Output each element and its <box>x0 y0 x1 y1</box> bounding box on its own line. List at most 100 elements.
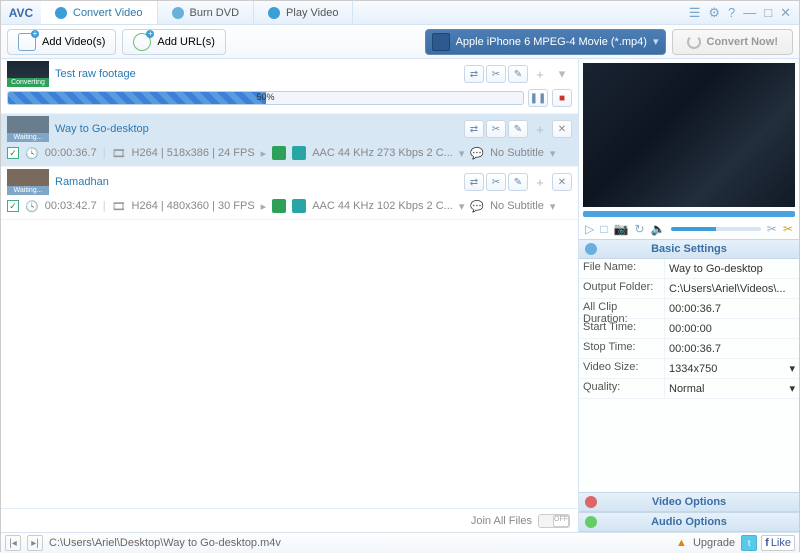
video-dropdown[interactable]: ▸ <box>261 147 267 160</box>
disc-icon <box>172 7 184 19</box>
title-bar: AVC Convert Video Burn DVD Play Video ☰ … <box>1 1 799 25</box>
wand-icon[interactable]: ✎ <box>508 65 528 83</box>
add-icon[interactable]: + <box>530 65 550 83</box>
clock-icon: 🕓 <box>25 147 39 160</box>
prev-file-button[interactable]: |◂ <box>5 535 21 551</box>
tab-label: Convert Video <box>73 7 143 19</box>
thumbnail[interactable]: Waiting... <box>7 169 49 195</box>
output-folder-field[interactable]: C:\Users\Ariel\Videos\... <box>665 279 799 298</box>
subtitle-dropdown[interactable]: ▾ <box>550 200 556 213</box>
progress-row: 50% ❚❚ ■ <box>7 89 572 107</box>
quality-select[interactable]: Normal▾ <box>665 379 799 398</box>
play-button[interactable]: ▷ <box>585 222 594 236</box>
menu-icon[interactable]: ☰ <box>689 5 701 21</box>
setting-row: Output Folder:C:\Users\Ariel\Videos\... <box>579 279 799 299</box>
phone-icon[interactable] <box>272 199 286 213</box>
output-profile-select[interactable]: Apple iPhone 6 MPEG-4 Movie (*.mp4) ▾ <box>425 29 666 55</box>
convert-now-button[interactable]: Convert Now! <box>672 29 794 55</box>
setting-row: File Name:Way to Go-desktop <box>579 259 799 279</box>
stop-time-field[interactable]: 00:00:36.7 <box>665 339 799 358</box>
stop-button[interactable]: ■ <box>552 89 572 107</box>
item-title[interactable]: Way to Go-desktop <box>55 123 458 135</box>
video-options-header[interactable]: Video Options <box>579 492 799 512</box>
wand-icon[interactable]: ✎ <box>508 173 528 191</box>
mark-in-icon[interactable]: ✂ <box>767 222 777 236</box>
globe-icon: + <box>133 33 151 51</box>
list-item[interactable]: Waiting... Way to Go-desktop ⇄ ✂ ✎ + ✕ ✓… <box>1 114 578 167</box>
basic-settings-header[interactable]: Basic Settings <box>579 239 799 259</box>
profile-label: Apple iPhone 6 MPEG-4 Movie (*.mp4) <box>456 36 647 48</box>
progress-bar: 50% <box>7 91 524 105</box>
video-preview[interactable] <box>583 63 795 207</box>
list-item[interactable]: Waiting... Ramadhan ⇄ ✂ ✎ + ✕ ✓ 🕓 00:03:… <box>1 167 578 220</box>
item-details: ✓ 🕓 00:03:42.7 | 🎞 H264 | 480x360 | 30 F… <box>7 195 572 217</box>
swap-icon[interactable]: ⇄ <box>464 173 484 191</box>
remove-item-button[interactable]: ✕ <box>552 173 572 191</box>
mark-out-icon[interactable]: ✂ <box>783 222 793 236</box>
tab-play-video[interactable]: Play Video <box>254 1 353 24</box>
setting-label: Start Time: <box>579 319 665 338</box>
volume-slider[interactable] <box>671 227 760 231</box>
video-size-select[interactable]: 1334x750▾ <box>665 359 799 378</box>
duration: 00:03:42.7 <box>45 200 97 212</box>
audio-dropdown[interactable]: ▾ <box>459 147 465 160</box>
duration: 00:00:36.7 <box>45 147 97 159</box>
pause-button[interactable]: ❚❚ <box>528 89 548 107</box>
add-urls-button[interactable]: + Add URL(s) <box>122 29 225 55</box>
tab-burn-dvd[interactable]: Burn DVD <box>158 1 255 24</box>
video-dropdown[interactable]: ▸ <box>261 200 267 213</box>
chevron-down-icon[interactable]: ▾ <box>552 65 572 83</box>
film-icon: + <box>18 33 36 51</box>
filename-field[interactable]: Way to Go-desktop <box>665 259 799 278</box>
add-icon[interactable]: + <box>530 120 550 138</box>
subtitle-info: No Subtitle <box>490 147 544 159</box>
audio-icon[interactable] <box>292 146 306 160</box>
tab-convert-video[interactable]: Convert Video <box>41 1 158 24</box>
cut-icon[interactable]: ✂ <box>486 65 506 83</box>
seek-bar[interactable] <box>583 211 795 217</box>
remove-item-button[interactable]: ✕ <box>552 120 572 138</box>
file-list: Converting Test raw footage ⇄ ✂ ✎ + ▾ 50… <box>1 59 578 508</box>
facebook-like-button[interactable]: f Like <box>761 535 795 551</box>
maximize-icon[interactable]: □ <box>764 5 772 20</box>
thumbnail[interactable]: Waiting... <box>7 116 49 142</box>
subtitle-info: No Subtitle <box>490 200 544 212</box>
include-checkbox[interactable]: ✓ <box>7 147 19 159</box>
join-files-label: Join All Files <box>471 515 532 527</box>
include-checkbox[interactable]: ✓ <box>7 200 19 212</box>
audio-options-header[interactable]: Audio Options <box>579 512 799 532</box>
mute-button[interactable]: 🔈 <box>651 222 666 236</box>
subtitle-icon: 💬 <box>470 200 484 213</box>
gear-icon[interactable]: ⚙ <box>708 5 720 21</box>
setting-label: Quality: <box>579 379 665 398</box>
upgrade-link[interactable]: Upgrade <box>693 537 735 549</box>
audio-icon[interactable] <box>292 199 306 213</box>
back-icon <box>585 243 597 255</box>
phone-icon[interactable] <box>272 146 286 160</box>
item-title[interactable]: Ramadhan <box>55 176 458 188</box>
start-time-field[interactable]: 00:00:00 <box>665 319 799 338</box>
thumbnail[interactable]: Converting <box>7 61 49 87</box>
minimize-icon[interactable]: — <box>743 5 756 20</box>
snapshot-button[interactable]: 📷 <box>613 222 628 236</box>
cut-icon[interactable]: ✂ <box>486 120 506 138</box>
audio-dropdown[interactable]: ▾ <box>459 200 465 213</box>
progress-percent: 50% <box>256 92 274 102</box>
add-videos-button[interactable]: + Add Video(s) <box>7 29 116 55</box>
next-file-button[interactable]: ▸| <box>27 535 43 551</box>
cut-icon[interactable]: ✂ <box>486 173 506 191</box>
stop-button[interactable]: □ <box>600 222 607 236</box>
swap-icon[interactable]: ⇄ <box>464 120 484 138</box>
wand-icon[interactable]: ✎ <box>508 120 528 138</box>
close-icon[interactable]: ✕ <box>780 5 791 21</box>
join-files-toggle[interactable]: OFF <box>538 514 570 528</box>
subtitle-dropdown[interactable]: ▾ <box>550 147 556 160</box>
rotate-button[interactable]: ↻ <box>634 222 644 236</box>
add-icon[interactable]: + <box>530 173 550 191</box>
swap-icon[interactable]: ⇄ <box>464 65 484 83</box>
help-icon[interactable]: ? <box>728 5 735 20</box>
audio-info: AAC 44 KHz 273 Kbps 2 C... <box>312 147 453 159</box>
item-title[interactable]: Test raw footage <box>55 68 458 80</box>
twitter-button[interactable]: t <box>741 535 757 551</box>
status-badge: Waiting... <box>7 133 49 142</box>
